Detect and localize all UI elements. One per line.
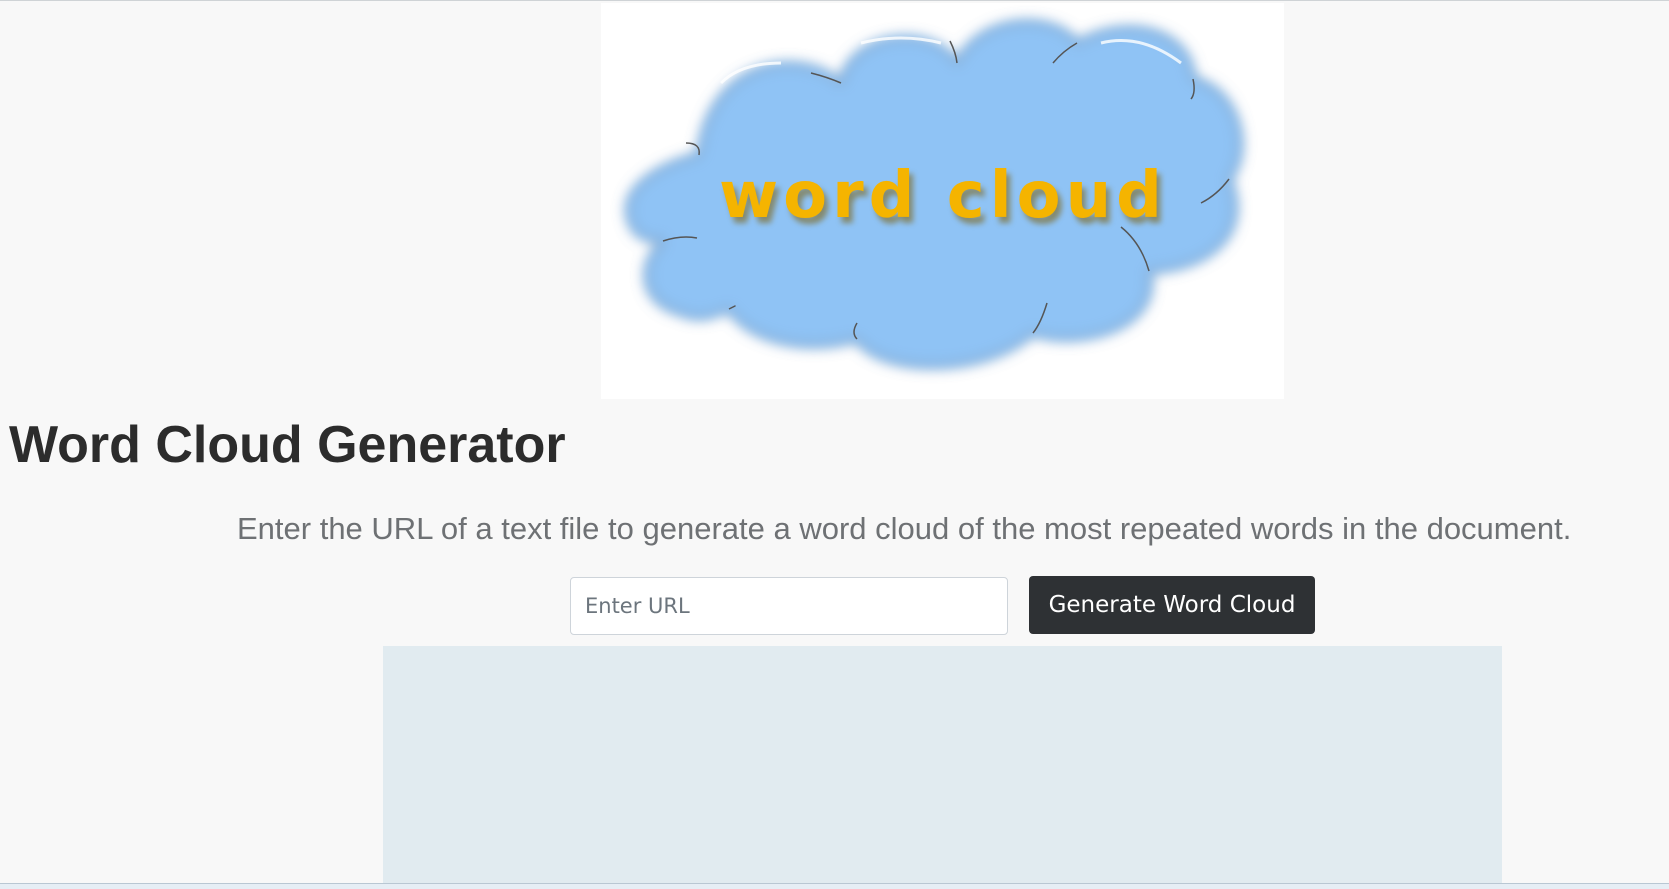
word-cloud-output-area xyxy=(383,646,1502,883)
logo-text: word cloud xyxy=(719,159,1167,233)
window-bottom-edge xyxy=(0,883,1669,889)
page-description: Enter the URL of a text file to generate… xyxy=(237,511,1572,546)
cloud-logo-image: word cloud word cloud xyxy=(601,3,1284,399)
generate-word-cloud-button[interactable]: Generate Word Cloud xyxy=(1029,576,1315,634)
page: word cloud word cloud Word Cloud Generat… xyxy=(0,0,1669,889)
word-cloud-logo: word cloud word cloud xyxy=(601,3,1284,399)
page-title: Word Cloud Generator xyxy=(9,416,566,474)
url-input[interactable] xyxy=(570,577,1008,635)
